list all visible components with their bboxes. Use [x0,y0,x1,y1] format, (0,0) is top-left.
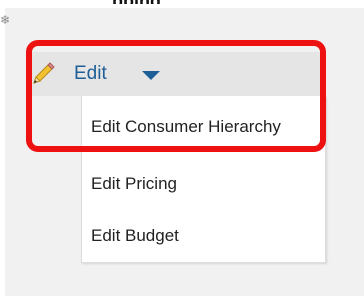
menu-item-edit-pricing[interactable]: Edit Pricing [82,158,325,210]
edit-menu-title[interactable]: Edit [74,62,107,86]
edit-menu: Edit Edit Consumer Hierarchy Edit Pricin… [26,52,326,263]
cropped-heading: pping [112,0,222,4]
screenshot-page: pping ❄ Edit Edit Consumer Hierarchy Edi… [0,0,364,296]
edit-menu-header[interactable]: Edit [26,52,322,96]
cropped-heading-text: pping [112,0,222,4]
menu-item-edit-budget[interactable]: Edit Budget [82,210,325,262]
edit-menu-list: Edit Consumer Hierarchy Edit Pricing Edi… [81,96,326,263]
partial-icon: ❄ [0,13,11,27]
menu-item-edit-consumer-hierarchy[interactable]: Edit Consumer Hierarchy [82,96,325,158]
pencil-icon [33,62,55,84]
chevron-down-icon[interactable] [142,71,160,80]
